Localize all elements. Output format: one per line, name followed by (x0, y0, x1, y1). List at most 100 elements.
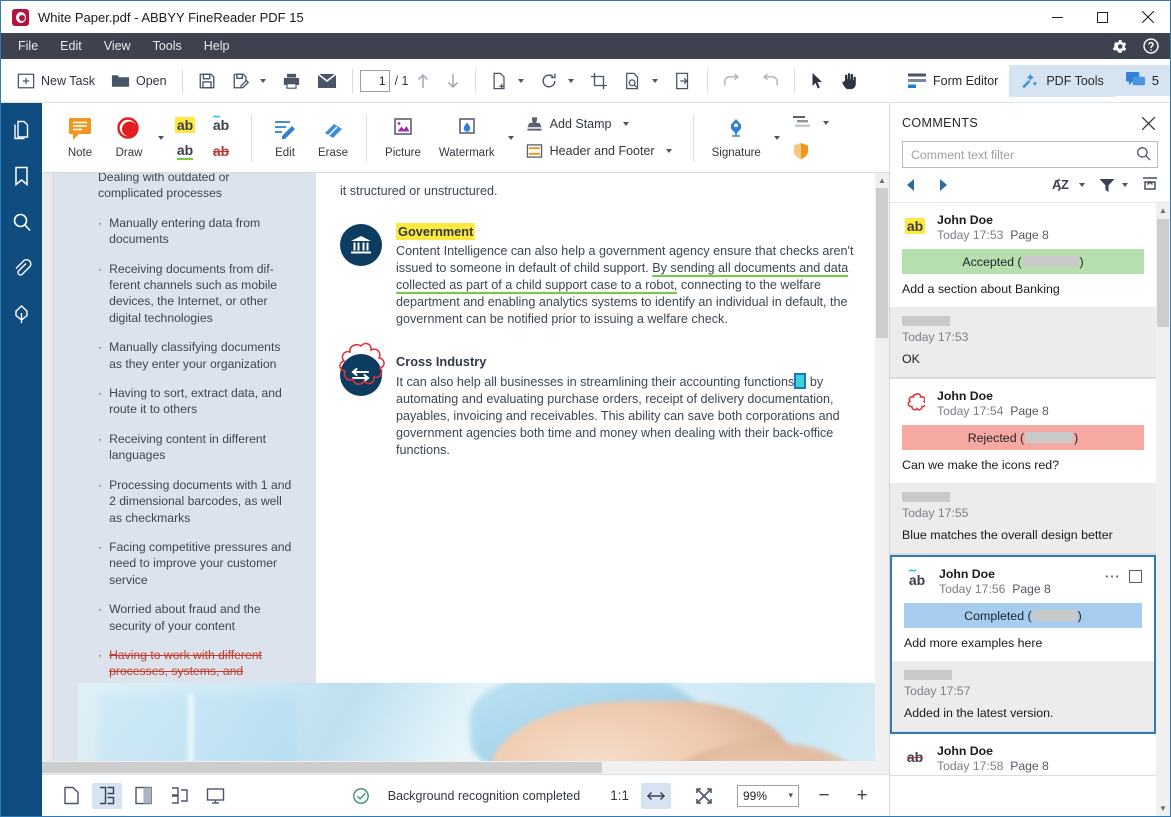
text-view-icon[interactable] (164, 783, 194, 809)
wave-underline-ab-icon[interactable]: ab∼ (208, 113, 234, 137)
picture-tool[interactable]: Picture (376, 114, 430, 161)
chevron-down-icon[interactable] (1079, 183, 1085, 187)
form-editor-button[interactable]: Form Editor (897, 66, 1009, 96)
checkbox-icon[interactable] (1129, 570, 1142, 583)
fit-page-icon[interactable] (689, 783, 719, 809)
recognize-area-button[interactable] (616, 67, 666, 95)
status-badge[interactable]: Rejected () (902, 425, 1144, 450)
actual-size-button[interactable]: 1:1 (610, 788, 629, 803)
comment-reply[interactable]: Today 17:57 Added in the latest version. (892, 661, 1154, 732)
save-as-button[interactable] (224, 67, 274, 95)
undo-button[interactable] (715, 68, 751, 94)
chevron-down-icon[interactable] (823, 121, 829, 125)
zoom-level-select[interactable]: 99% ▾ (737, 785, 799, 807)
page-number-input[interactable]: 1 (360, 70, 390, 92)
scroll-down-arrow-icon[interactable]: ▼ (1156, 801, 1170, 816)
prev-comment-icon[interactable] (902, 176, 920, 194)
pdf-tools-button[interactable]: PDF Tools (1009, 65, 1114, 97)
vertical-scroll-thumb[interactable] (876, 188, 888, 338)
email-button[interactable] (309, 68, 345, 94)
zoom-out-button[interactable]: − (811, 783, 837, 809)
select-tool-button[interactable] (802, 67, 833, 95)
strikethrough-ab-icon[interactable]: ab (208, 139, 234, 163)
comment-filter-field[interactable] (902, 141, 1158, 168)
chevron-down-icon[interactable] (623, 122, 629, 126)
crop-button[interactable] (582, 67, 616, 95)
open-button[interactable]: Open (103, 67, 175, 95)
comments-scroll-thumb[interactable] (1157, 219, 1169, 327)
close-icon[interactable] (1138, 113, 1158, 133)
signatures-icon[interactable] (7, 299, 37, 329)
comment-item-selected[interactable]: ab∼ John Doe Today 17:56 Page 8 ⋯ Comple… (890, 555, 1156, 734)
menu-item-tools[interactable]: Tools (142, 35, 193, 57)
comment-reply[interactable]: Today 17:53 OK (890, 307, 1156, 378)
previous-page-button[interactable] (408, 67, 438, 95)
comment-item[interactable]: ab John Doe Today 17:58 Page 8 (890, 734, 1156, 776)
collapse-all-icon[interactable] (1142, 176, 1158, 195)
question-circle-icon[interactable] (1142, 37, 1160, 55)
draw-tool[interactable]: Draw (104, 114, 154, 161)
page-and-text-view-icon[interactable] (92, 783, 122, 809)
hand-tool-button[interactable] (833, 67, 866, 95)
gear-icon[interactable] (1111, 38, 1128, 55)
signature-tool[interactable]: Signature (703, 114, 770, 161)
comments-toggle-button[interactable]: 5 (1115, 65, 1170, 96)
note-tool[interactable]: Note (56, 114, 104, 161)
chevron-down-icon[interactable] (652, 79, 658, 83)
close-icon[interactable] (1125, 1, 1170, 33)
scroll-up-arrow-icon[interactable]: ▲ (875, 173, 889, 188)
bookmarks-icon[interactable] (7, 161, 37, 191)
watermark-tool[interactable]: Watermark (430, 114, 504, 161)
sort-az-icon[interactable]: AZ (1052, 177, 1085, 193)
two-pane-view-icon[interactable] (128, 783, 158, 809)
save-button[interactable] (190, 67, 224, 95)
horizontal-scroll-thumb[interactable] (42, 762, 602, 773)
rotate-button[interactable] (532, 67, 582, 95)
funnel-filter-icon[interactable] (1099, 178, 1128, 193)
comments-scrollbar[interactable]: ▲ ▼ (1156, 203, 1170, 816)
document-horizontal-scrollbar[interactable] (42, 761, 875, 774)
erase-tool[interactable]: Erase (309, 114, 357, 161)
menu-item-help[interactable]: Help (193, 35, 241, 57)
document-viewport[interactable]: Dealing with outdated or complicated pro… (42, 173, 889, 774)
comment-item[interactable]: ab John Doe Today 17:53 Page 8 Accepted … (890, 203, 1156, 379)
insertion-mark-annotation[interactable] (794, 373, 806, 389)
search-icon[interactable] (7, 207, 37, 237)
menu-item-view[interactable]: View (93, 35, 142, 57)
print-button[interactable] (274, 67, 309, 95)
page-view-icon[interactable] (56, 783, 86, 809)
edit-tool[interactable]: Edit (261, 114, 309, 161)
scroll-up-arrow-icon[interactable]: ▲ (1156, 203, 1170, 218)
new-task-button[interactable]: New Task (9, 67, 103, 95)
comment-item[interactable]: John Doe Today 17:54 Page 8 Rejected () … (890, 379, 1156, 555)
menu-item-file[interactable]: File (7, 35, 49, 57)
zoom-in-button[interactable]: + (849, 783, 875, 809)
attachments-icon[interactable] (7, 253, 37, 283)
bates-numbering-button[interactable] (786, 112, 835, 134)
underline-ab-icon[interactable]: ab (172, 139, 198, 163)
comments-list[interactable]: ab John Doe Today 17:53 Page 8 Accepted … (890, 202, 1170, 816)
chevron-down-icon[interactable] (518, 79, 524, 83)
maximize-icon[interactable] (1080, 1, 1125, 33)
chevron-down-icon[interactable] (568, 79, 574, 83)
menu-item-edit[interactable]: Edit (49, 35, 93, 57)
redo-button[interactable] (751, 68, 787, 94)
minimize-icon[interactable] (1035, 1, 1080, 33)
fit-width-icon[interactable] (641, 783, 671, 809)
document-vertical-scrollbar[interactable]: ▲ (875, 173, 889, 774)
search-icon[interactable] (1136, 146, 1151, 164)
next-comment-icon[interactable] (934, 176, 952, 194)
add-stamp-button[interactable]: Add Stamp (520, 113, 678, 135)
add-pages-button[interactable] (483, 67, 532, 95)
presentation-view-icon[interactable] (200, 783, 230, 809)
protect-shield-button[interactable] (786, 139, 835, 163)
pages-icon[interactable] (7, 115, 37, 145)
status-badge[interactable]: Accepted () (902, 249, 1144, 274)
export-button[interactable] (666, 67, 700, 95)
header-footer-button[interactable]: Header and Footer (520, 140, 678, 162)
chevron-down-icon[interactable] (1122, 183, 1128, 187)
comment-reply[interactable]: Today 17:55 Blue matches the overall des… (890, 483, 1156, 554)
chevron-down-icon[interactable] (260, 79, 266, 83)
more-options-icon[interactable]: ⋯ (1105, 572, 1122, 581)
highlight-ab-icon[interactable]: ab (172, 113, 198, 137)
